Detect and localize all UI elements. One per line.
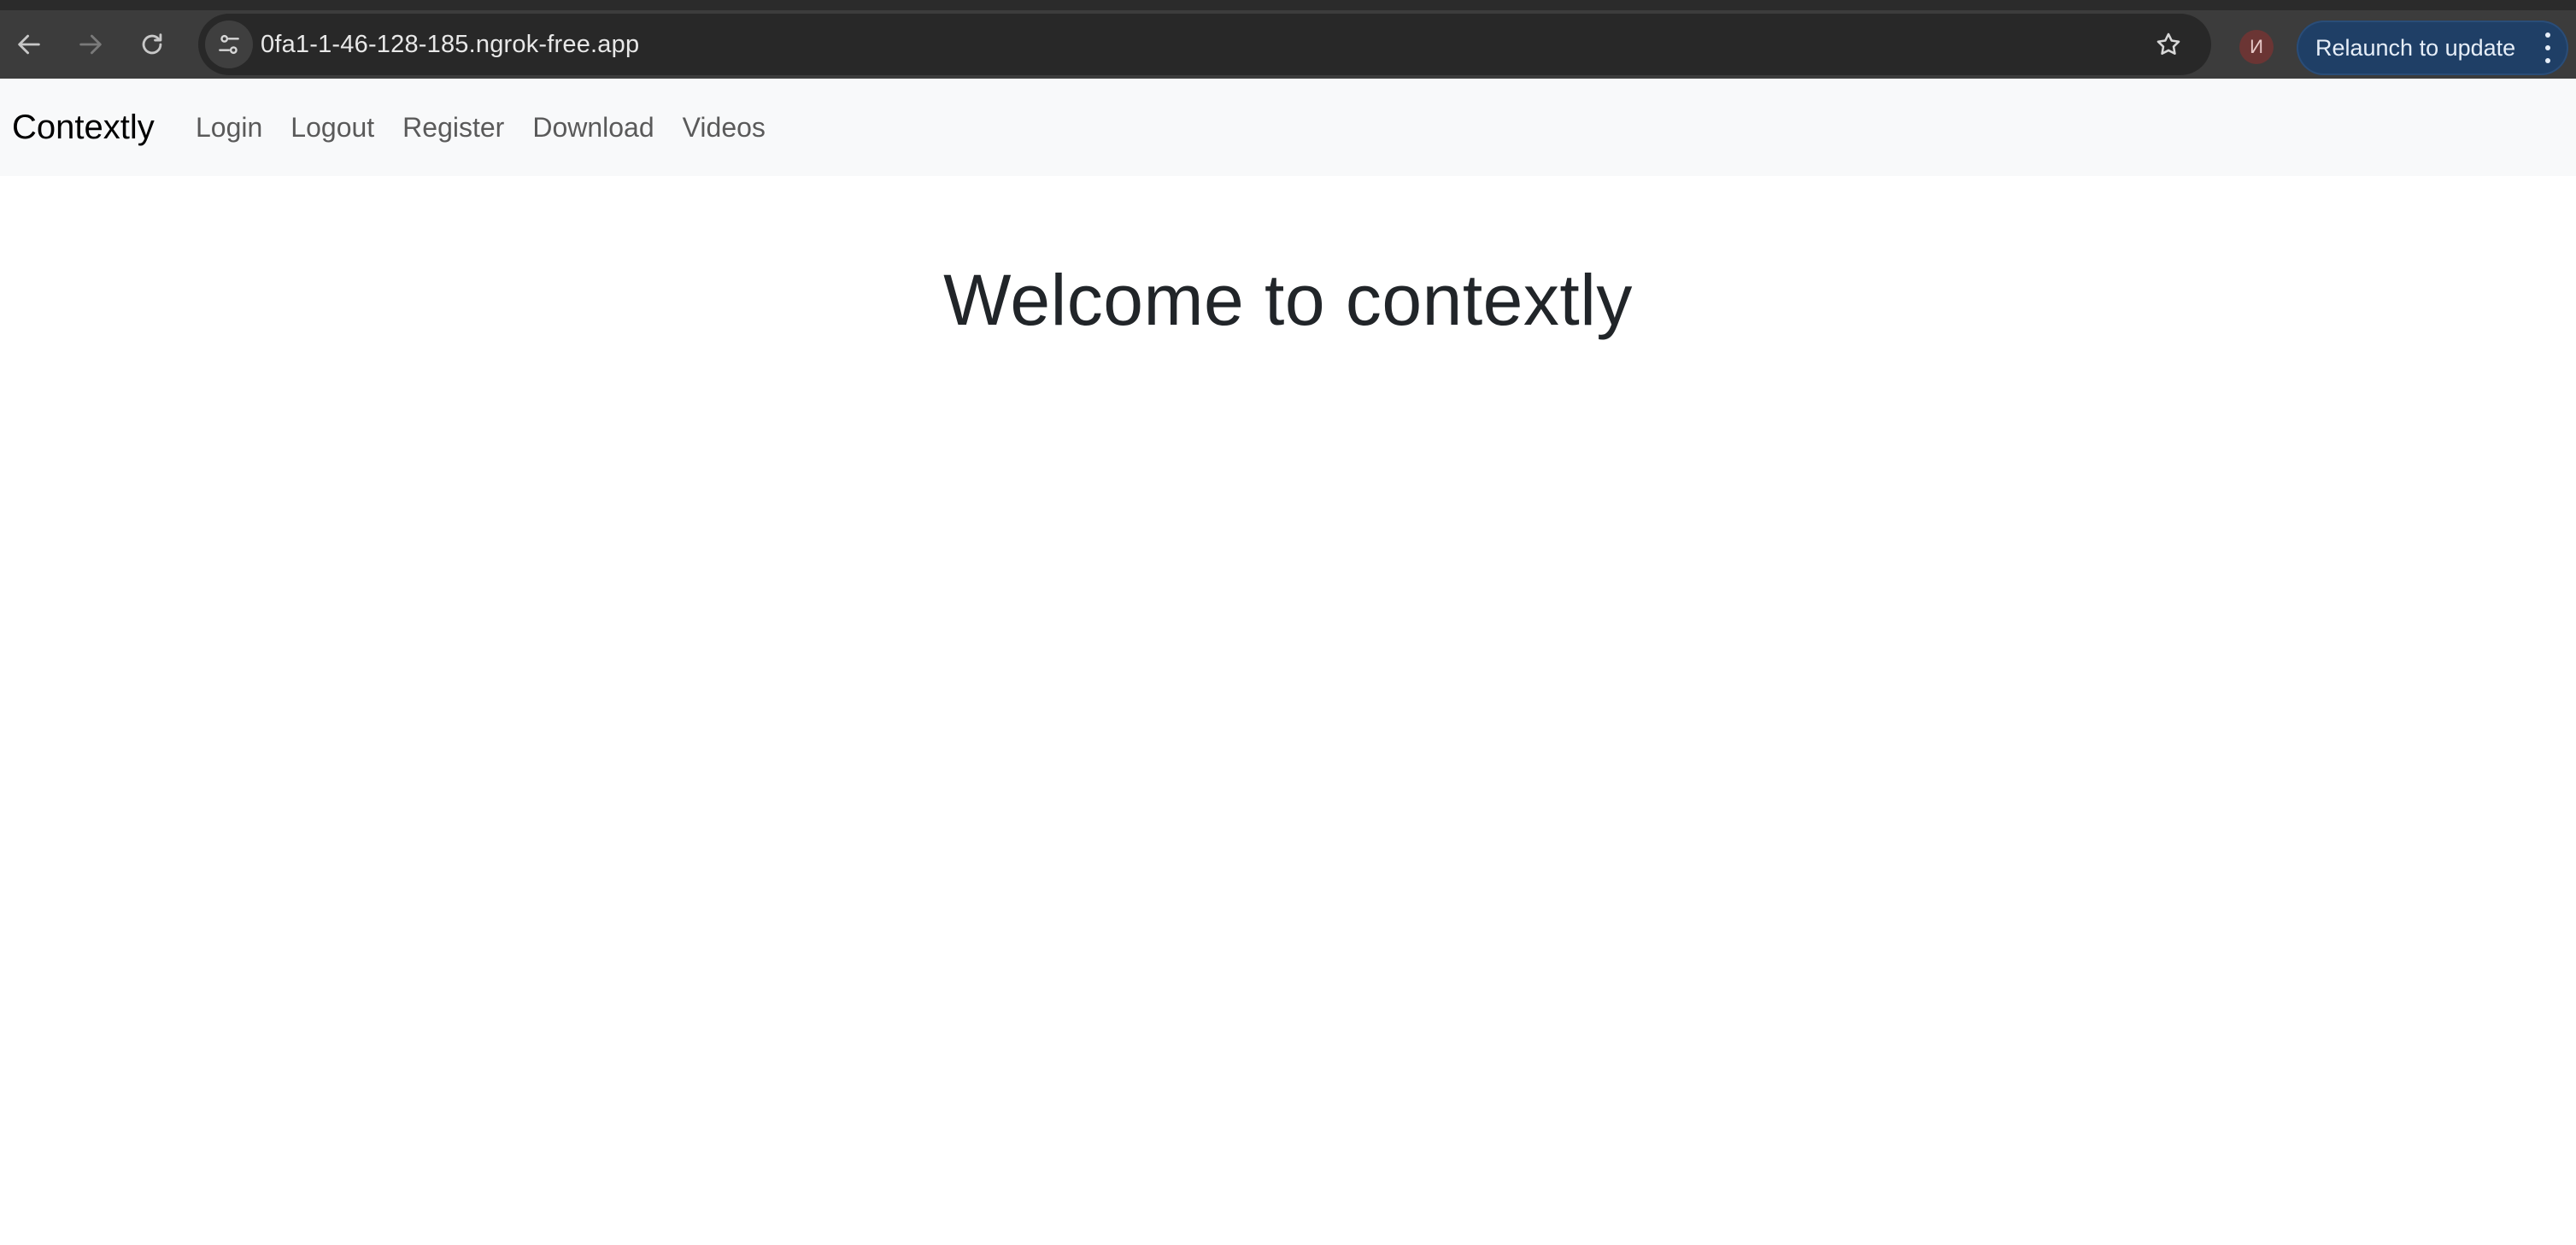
- back-button[interactable]: [5, 21, 53, 68]
- forward-button[interactable]: [67, 21, 114, 68]
- url-text[interactable]: 0fa1-1-46-128-185.ngrok-free.app: [261, 14, 639, 75]
- site-navbar: Contextly Login Logout Register Download…: [0, 79, 2576, 176]
- reload-icon: [142, 33, 162, 55]
- page-title: Welcome to contextly: [943, 260, 1633, 340]
- nav-link-register[interactable]: Register: [402, 112, 504, 144]
- nav-link-download[interactable]: Download: [532, 112, 654, 144]
- relaunch-label: Relaunch to update: [2315, 35, 2516, 61]
- nav-link-login[interactable]: Login: [196, 112, 262, 144]
- nav-link-videos[interactable]: Videos: [683, 112, 766, 144]
- site-info-button[interactable]: [205, 21, 253, 68]
- nav-link-logout[interactable]: Logout: [290, 112, 374, 144]
- tune-icon: [219, 34, 239, 55]
- forward-arrow-icon: [79, 34, 102, 55]
- relaunch-button[interactable]: Relaunch to update: [2297, 21, 2568, 75]
- star-icon: [2156, 32, 2180, 56]
- reload-button[interactable]: [128, 21, 176, 68]
- nav-links: Login Logout Register Download Videos: [196, 79, 794, 176]
- bookmark-button[interactable]: [2150, 26, 2187, 63]
- browser-toolbar: 0fa1-1-46-128-185.ngrok-free.app И Relau…: [0, 0, 2576, 79]
- profile-avatar[interactable]: И: [2239, 30, 2274, 64]
- back-arrow-icon: [18, 34, 40, 55]
- kebab-menu-icon[interactable]: [2539, 32, 2556, 63]
- brand-logo[interactable]: Contextly: [12, 79, 155, 176]
- address-bar[interactable]: 0fa1-1-46-128-185.ngrok-free.app: [198, 14, 2211, 75]
